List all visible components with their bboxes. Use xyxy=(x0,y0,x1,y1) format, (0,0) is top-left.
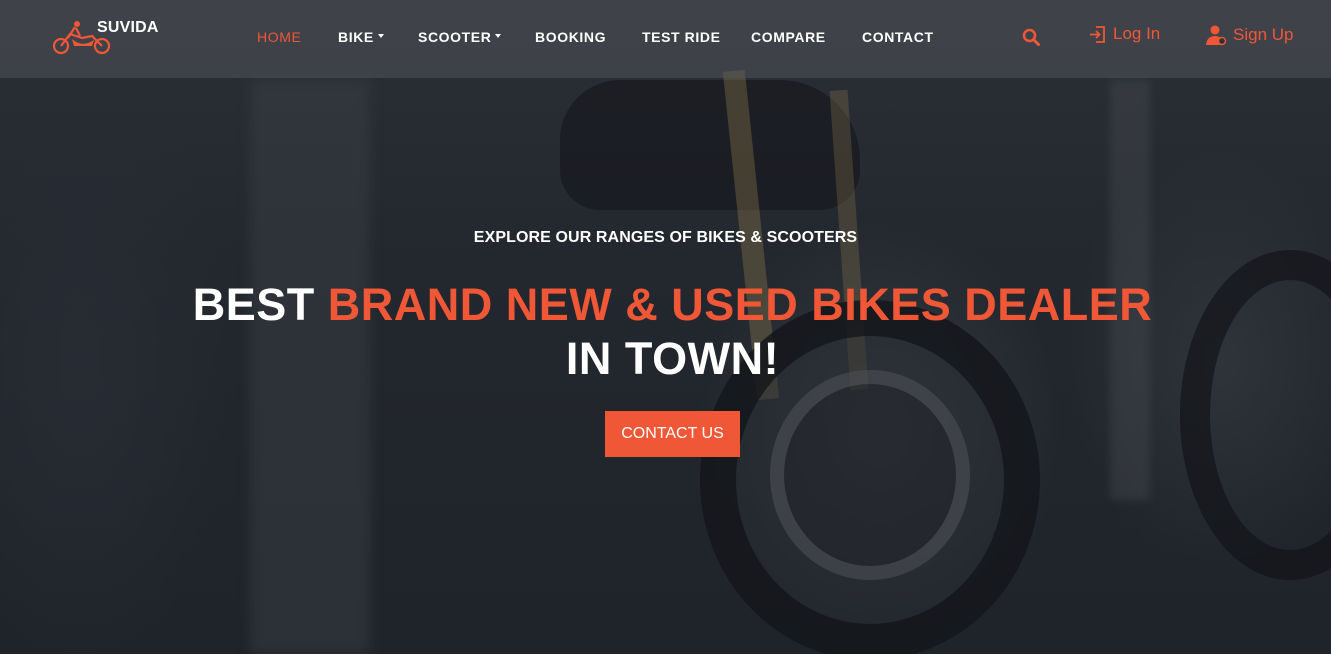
headline-pre: BEST xyxy=(192,279,328,330)
search-button[interactable] xyxy=(1022,28,1042,48)
nav-booking[interactable]: BOOKING xyxy=(535,29,606,45)
background-brake-disc xyxy=(770,370,970,580)
search-icon xyxy=(1022,28,1040,46)
user-icon xyxy=(1206,25,1227,46)
nav-home[interactable]: HOME xyxy=(257,29,301,45)
caret-down-icon xyxy=(377,34,384,39)
navbar: SUVIDA HOME BIKE SCOOTER BOOKING TEST RI… xyxy=(0,0,1331,78)
hero-eyebrow: EXPLORE OUR RANGES OF BIKES & SCOOTERS xyxy=(473,229,858,246)
nav-test-ride[interactable]: TEST RIDE xyxy=(642,29,721,45)
background-motorbike-wheel xyxy=(1180,250,1331,580)
signup-label: Sign Up xyxy=(1233,25,1294,44)
nav-scooter[interactable]: SCOOTER xyxy=(418,29,502,45)
nav-bike-label: BIKE xyxy=(338,29,374,45)
nav-compare[interactable]: COMPARE xyxy=(751,29,826,45)
login-label: Log In xyxy=(1113,24,1161,43)
contact-us-button[interactable]: CONTACT US xyxy=(605,411,740,457)
login-icon xyxy=(1090,25,1105,43)
nav-contact[interactable]: CONTACT xyxy=(862,29,934,45)
brand-logo[interactable]: SUVIDA xyxy=(52,16,172,60)
background-motorbike-tank xyxy=(560,80,860,210)
nav-scooter-label: SCOOTER xyxy=(418,29,492,45)
signup-link[interactable]: Sign Up xyxy=(1205,24,1293,46)
login-link[interactable]: Log In xyxy=(1088,24,1160,44)
hero-section: SUVIDA HOME BIKE SCOOTER BOOKING TEST RI… xyxy=(0,0,1331,654)
caret-down-icon xyxy=(495,34,502,39)
brand-name: SUVIDA xyxy=(97,19,159,36)
hero-headline: BEST BRAND NEW & USED BIKES DEALER IN TO… xyxy=(165,278,1180,386)
nav-bike[interactable]: BIKE xyxy=(338,29,384,45)
headline-accent: BRAND NEW & USED BIKES DEALER xyxy=(327,279,1153,330)
